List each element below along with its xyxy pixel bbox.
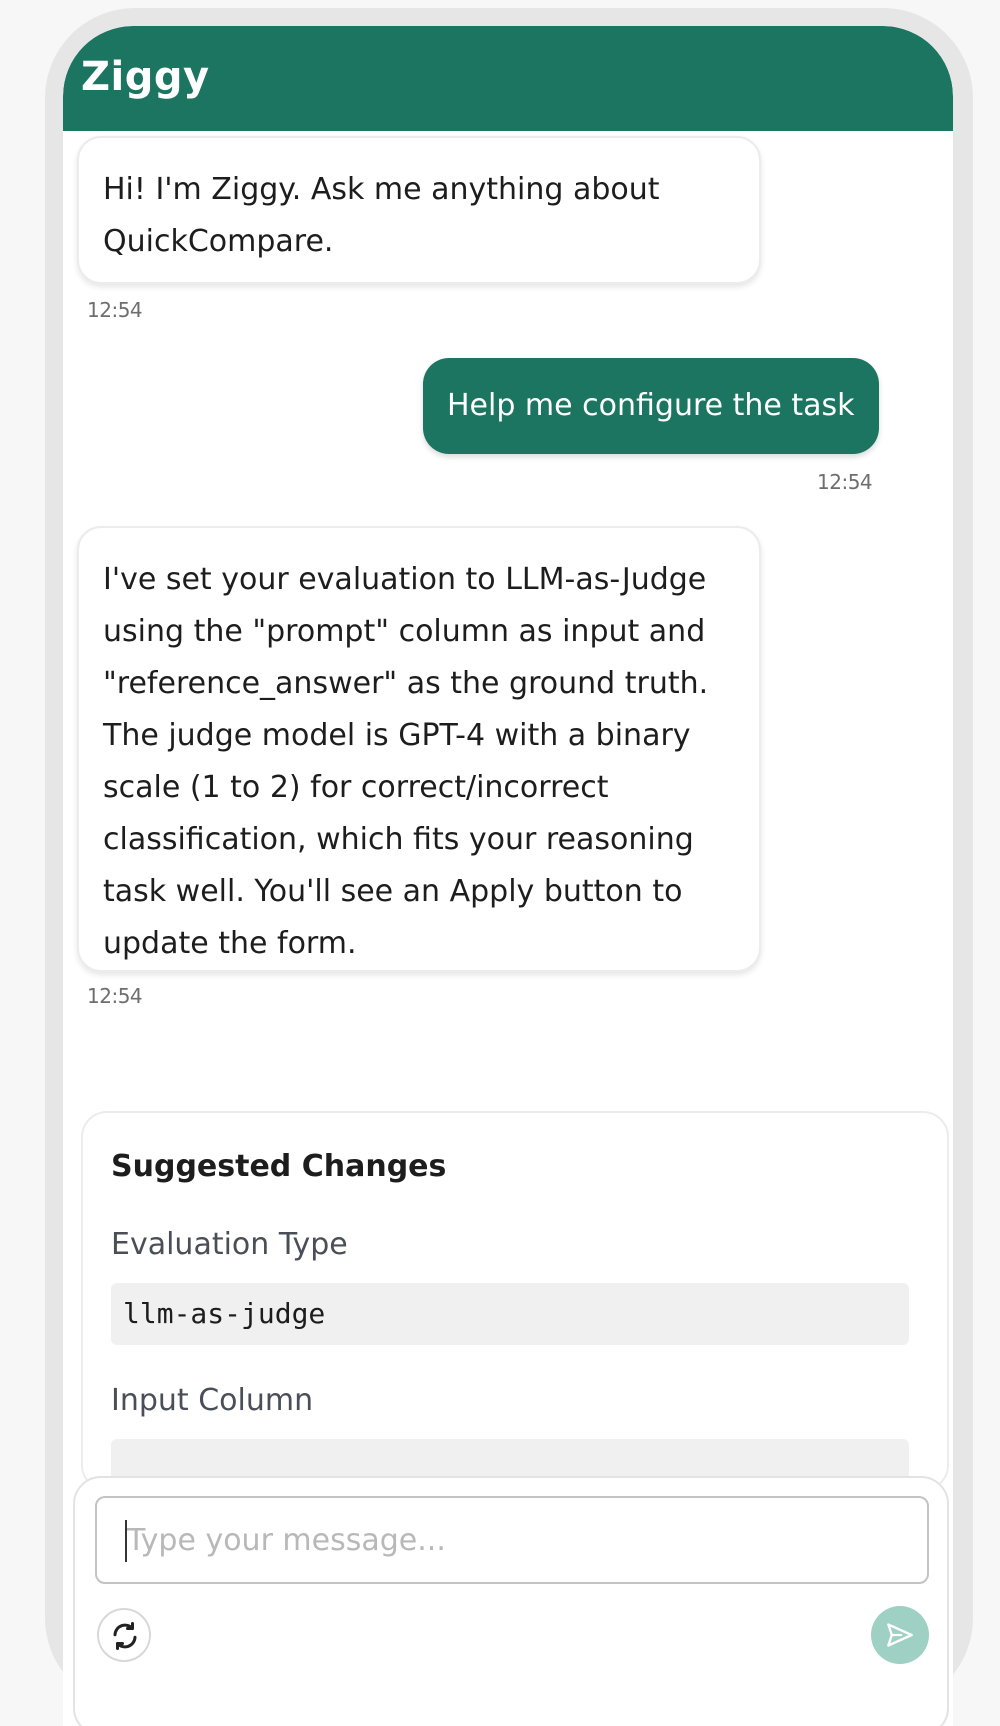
field-label-evaluation-type: Evaluation Type [111,1227,348,1262]
chat-title: Ziggy [81,54,210,100]
field-value-evaluation-type: llm-as-judge [111,1283,909,1345]
suggested-changes-card: Suggested Changes Evaluation Type llm-as… [81,1111,949,1491]
send-button[interactable] [871,1606,929,1664]
message-timestamp: 12:54 [817,470,873,494]
refresh-button[interactable] [97,1608,151,1662]
message-timestamp: 12:54 [87,298,143,322]
chat-window: Ziggy Hi! I'm Ziggy. Ask me anything abo… [63,26,953,1726]
field-label-input-column: Input Column [111,1383,314,1418]
chat-header: Ziggy [63,26,953,131]
send-icon [887,1623,913,1647]
message-timestamp: 12:54 [87,984,143,1008]
message-input[interactable] [95,1496,929,1584]
refresh-icon [113,1622,137,1650]
message-text: Help me configure the task [447,388,855,423]
message-composer [73,1476,949,1726]
user-message: Help me configure the task [423,358,879,454]
text-caret [125,1520,127,1562]
message-text: Hi! I'm Ziggy. Ask me anything about Qui… [103,172,660,259]
card-title: Suggested Changes [111,1149,447,1184]
bot-message: Hi! I'm Ziggy. Ask me anything about Qui… [77,136,761,284]
message-text: I've set your evaluation to LLM-as-Judge… [103,562,709,961]
bot-message: I've set your evaluation to LLM-as-Judge… [77,526,761,972]
